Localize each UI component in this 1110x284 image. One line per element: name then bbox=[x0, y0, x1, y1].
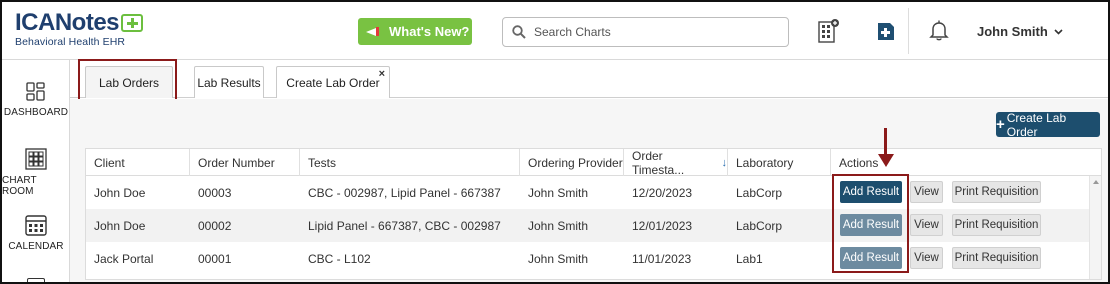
table-header: Client Order Number Tests Ordering Provi… bbox=[86, 149, 1101, 177]
logo-wordmark: ICANotes bbox=[15, 9, 144, 36]
chart-room-icon bbox=[25, 148, 47, 170]
logo[interactable]: ICANotes Behavioral Health EHR bbox=[15, 9, 144, 48]
user-menu[interactable]: John Smith bbox=[977, 24, 1063, 39]
sidebar-item-partial-icon bbox=[27, 278, 45, 282]
logo-plus-icon bbox=[121, 14, 144, 32]
cell-order-number: 00001 bbox=[198, 251, 232, 266]
table-row: John Doe 00003 CBC - 002987, Lipid Panel… bbox=[86, 176, 1089, 209]
lab-orders-table: Client Order Number Tests Ordering Provi… bbox=[85, 148, 1102, 280]
cell-tests: Lipid Panel - 667387, CBC - 002987 bbox=[308, 218, 501, 233]
cell-laboratory: LabCorp bbox=[736, 185, 783, 200]
logo-name: ICANotes bbox=[15, 9, 120, 36]
cell-laboratory: Lab1 bbox=[736, 251, 763, 266]
cell-client: John Doe bbox=[94, 218, 146, 233]
table-row: John Doe 00002 Lipid Panel - 667387, CBC… bbox=[86, 209, 1089, 242]
column-header-tests[interactable]: Tests bbox=[300, 149, 520, 176]
sidebar-label: CHART ROOM bbox=[2, 175, 37, 197]
annotation-arrow-shaft bbox=[884, 128, 887, 156]
search-icon bbox=[512, 25, 526, 39]
tab-label: Create Lab Order bbox=[286, 75, 380, 90]
column-header-order-timestamp[interactable]: Order Timesta... ↓ bbox=[624, 149, 728, 177]
column-header-laboratory[interactable]: Laboratory bbox=[728, 149, 831, 176]
sidebar-item-calendar[interactable]: CALENDAR bbox=[2, 214, 70, 252]
highlight-box-add-result bbox=[832, 174, 909, 273]
annotation-arrow-head bbox=[878, 154, 894, 167]
view-button[interactable]: View bbox=[910, 247, 943, 269]
cell-provider: John Smith bbox=[528, 185, 589, 200]
table-row: Jack Portal 00001 CBC - L102 John Smith … bbox=[86, 242, 1089, 275]
cell-tests: CBC - L102 bbox=[308, 251, 371, 266]
tab-create-lab-order[interactable]: Create Lab Order × bbox=[276, 66, 390, 98]
cell-timestamp: 11/01/2023 bbox=[632, 251, 692, 266]
chevron-down-icon bbox=[1054, 28, 1063, 35]
search-box[interactable] bbox=[502, 17, 789, 47]
cell-timestamp: 12/01/2023 bbox=[632, 218, 693, 233]
create-lab-order-label: Create Lab Order bbox=[1006, 110, 1067, 139]
sort-down-icon[interactable]: ↓ bbox=[722, 157, 728, 169]
sidebar-item-dashboard[interactable]: DASHBOARD bbox=[2, 82, 70, 118]
print-requisition-button[interactable]: Print Requisition bbox=[952, 214, 1041, 236]
sidebar-label: CALENDAR bbox=[8, 241, 64, 252]
megaphone-icon bbox=[366, 26, 380, 37]
top-bar: ICANotes Behavioral Health EHR What's Ne… bbox=[2, 2, 1108, 60]
tab-bar: Lab Orders Lab Results Create Lab Order … bbox=[70, 60, 1108, 98]
dashboard-icon bbox=[26, 82, 45, 101]
cell-client: John Doe bbox=[94, 185, 146, 200]
cell-order-number: 00003 bbox=[198, 185, 232, 200]
view-button[interactable]: View bbox=[910, 214, 943, 236]
scrollbar[interactable] bbox=[1089, 176, 1101, 279]
app-window: ICANotes Behavioral Health EHR What's Ne… bbox=[0, 0, 1110, 284]
view-button[interactable]: View bbox=[910, 181, 943, 203]
scroll-up-icon[interactable] bbox=[1093, 180, 1099, 184]
tab-label: Lab Results bbox=[197, 75, 261, 90]
print-requisition-button[interactable]: Print Requisition bbox=[952, 247, 1041, 269]
search-input[interactable] bbox=[534, 25, 774, 39]
sidebar: DASHBOARD CHART ROOM CALENDAR bbox=[2, 60, 70, 282]
column-header-client[interactable]: Client bbox=[86, 149, 190, 176]
charts-icon[interactable] bbox=[818, 18, 840, 44]
add-chart-icon[interactable] bbox=[876, 20, 896, 42]
cell-client: Jack Portal bbox=[94, 251, 154, 266]
sidebar-label: DASHBOARD bbox=[3, 107, 69, 118]
print-requisition-button[interactable]: Print Requisition bbox=[952, 181, 1041, 203]
calendar-icon bbox=[25, 215, 47, 236]
cell-provider: John Smith bbox=[528, 218, 589, 233]
header-divider bbox=[908, 8, 909, 54]
column-header-order-number[interactable]: Order Number bbox=[190, 149, 300, 176]
logo-tagline: Behavioral Health EHR bbox=[15, 36, 126, 48]
user-name: John Smith bbox=[977, 24, 1048, 39]
sidebar-item-chart-room[interactable]: CHART ROOM bbox=[2, 148, 70, 197]
tab-lab-results[interactable]: Lab Results bbox=[194, 66, 264, 98]
plus-icon: + bbox=[996, 115, 1005, 133]
cell-laboratory: LabCorp bbox=[736, 218, 783, 233]
whats-new-label: What's New? bbox=[389, 24, 470, 39]
close-icon[interactable]: × bbox=[379, 68, 385, 80]
whats-new-button[interactable]: What's New? bbox=[358, 18, 472, 45]
cell-timestamp: 12/20/2023 bbox=[632, 185, 693, 200]
create-lab-order-button[interactable]: + Create Lab Order bbox=[996, 110, 1100, 139]
cell-provider: John Smith bbox=[528, 251, 589, 266]
cell-order-number: 00002 bbox=[198, 218, 232, 233]
column-header-actions: Actions bbox=[839, 155, 879, 170]
column-header-ordering-provider[interactable]: Ordering Provider bbox=[520, 149, 624, 176]
bell-icon[interactable] bbox=[929, 19, 949, 41]
highlight-box-tab bbox=[78, 59, 177, 103]
cell-tests: CBC - 002987, Lipid Panel - 667387 bbox=[308, 185, 501, 200]
